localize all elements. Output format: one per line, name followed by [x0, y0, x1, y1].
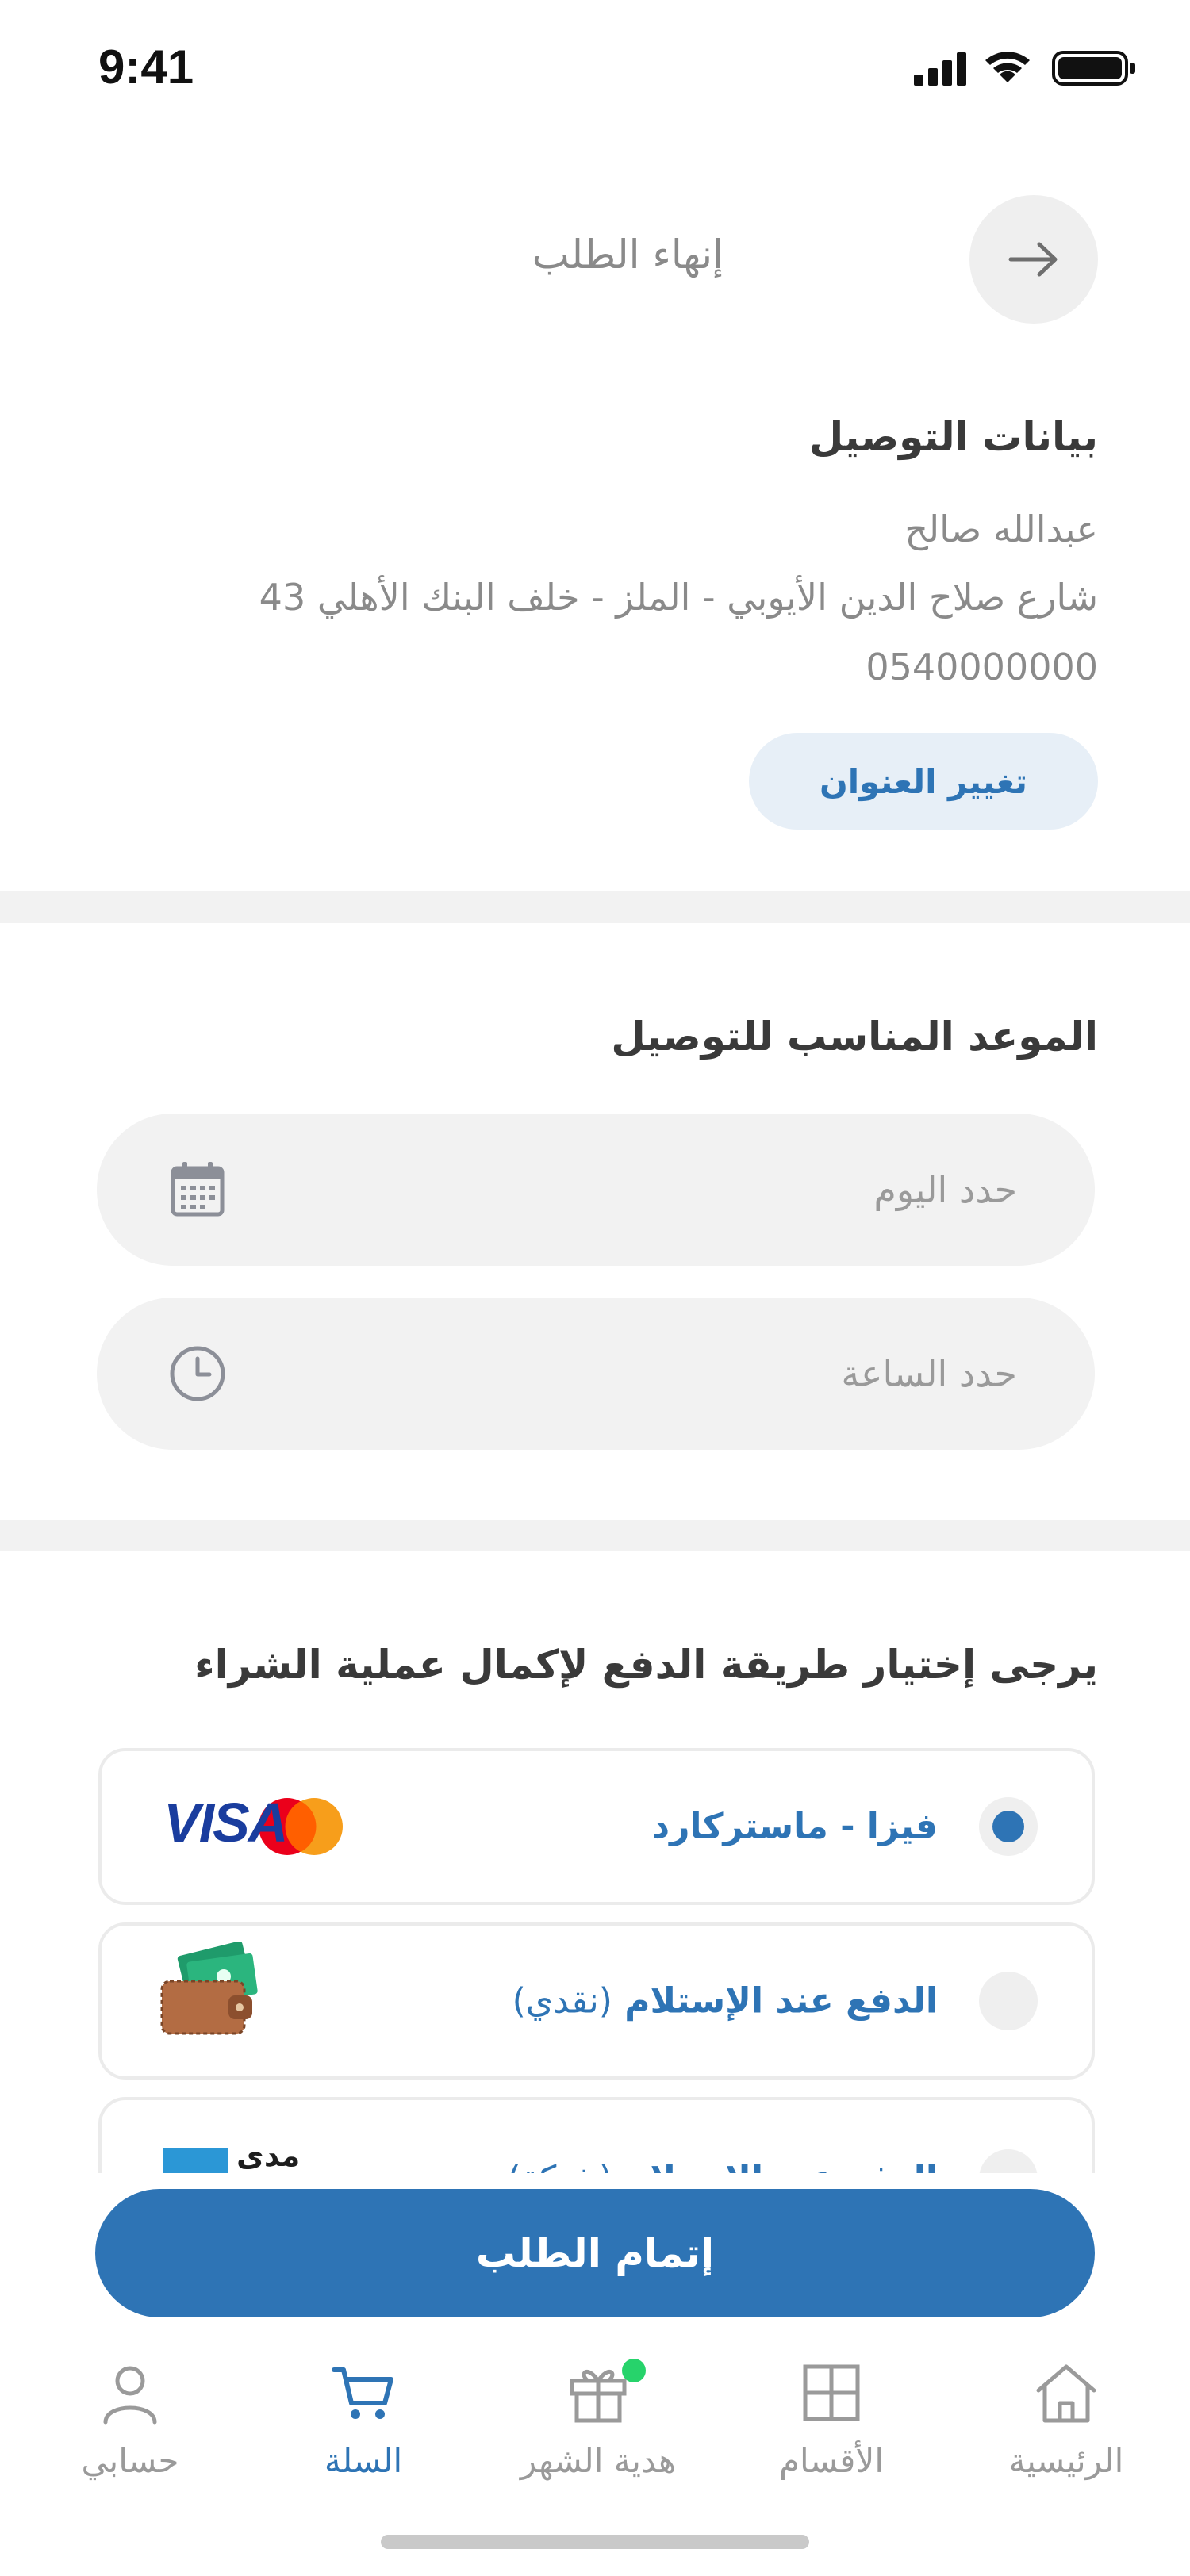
nav-label: حسابي [81, 2441, 179, 2480]
page-title: إنهاء الطلب [532, 232, 724, 278]
home-indicator [381, 2535, 809, 2549]
payment-option-title: الدفع عند الإستلام [624, 1980, 938, 2022]
battery-icon [1052, 51, 1135, 86]
nav-label: هدية الشهر [520, 2441, 677, 2480]
clock-icon [170, 1346, 225, 1401]
notification-dot [622, 2359, 646, 2382]
payment-option-title: الدفع عند الإستلام [624, 2159, 938, 2174]
day-picker-field[interactable]: حدد اليوم [97, 1114, 1095, 1266]
nav-item-monthly-gift[interactable]: هدية الشهر [503, 2359, 693, 2501]
mada-logo-text: مدى [236, 2138, 301, 2173]
status-icons [914, 51, 1135, 86]
arrow-right-icon [1008, 242, 1058, 277]
payment-option-label: الدفع عند الإستلام (نقدي) [512, 1981, 938, 2022]
time-picker-field[interactable]: حدد الساعة [97, 1298, 1095, 1450]
cart-icon [332, 2367, 393, 2419]
user-icon [103, 2366, 157, 2425]
section-divider [0, 1520, 1190, 1551]
payment-option-label: فيزا - ماستركارد [651, 1806, 938, 1847]
nav-item-home[interactable]: الرئيسية [971, 2359, 1161, 2501]
payment-option-subtitle: (شبكة) [508, 2159, 612, 2174]
back-button[interactable] [969, 195, 1098, 324]
complete-order-button[interactable]: إتمام الطلب [95, 2189, 1095, 2317]
nav-item-cart[interactable]: السلة [268, 2359, 459, 2501]
status-time: 9:41 [98, 40, 194, 94]
radio-unselected[interactable] [979, 1972, 1038, 2030]
payment-heading: يرجى إختيار طريقة الدفع لإكمال عملية الش… [194, 1642, 1098, 1688]
delivery-heading: بيانات التوصيل [808, 414, 1098, 460]
wallet-cash-icon [160, 1942, 258, 2035]
schedule-heading: الموعد المناسب للتوصيل [611, 1014, 1098, 1060]
mada-logo-icon [163, 2148, 228, 2173]
change-address-button[interactable]: تغيير العنوان [749, 733, 1098, 830]
section-divider [0, 891, 1190, 923]
nav-label: الرئيسية [1008, 2441, 1124, 2480]
grid-icon [803, 2364, 860, 2421]
payment-option-card[interactable]: الدفع عند الإستلام (نقدي) [98, 1922, 1095, 2080]
wifi-icon [985, 52, 1030, 82]
payment-option-card[interactable]: الدفع عند الإستلام (شبكة) مدى [98, 2097, 1095, 2173]
payment-option-clip: الدفع عند الإستلام (شبكة) مدى [0, 2097, 1190, 2173]
nav-label: الأقسام [779, 2441, 884, 2480]
recipient-name: عبدالله صالح [904, 508, 1098, 550]
nav-item-categories[interactable]: الأقسام [736, 2359, 927, 2501]
radio-unselected[interactable] [979, 2149, 1038, 2173]
calendar-icon [171, 1162, 225, 1217]
delivery-address: شارع صلاح الدين الأيوبي - الملز - خلف ال… [259, 576, 1098, 619]
nav-item-account[interactable]: حسابي [35, 2359, 225, 2501]
home-icon [1036, 2364, 1096, 2423]
radio-selected[interactable] [979, 1797, 1038, 1856]
payment-option-label: الدفع عند الإستلام (شبكة) [508, 2159, 938, 2174]
payment-option-card[interactable]: فيزا - ماستركارد VISA [98, 1748, 1095, 1905]
phone-number: 0540000000 [866, 646, 1098, 688]
nav-label: السلة [324, 2441, 403, 2480]
visa-logo: VISA [163, 1792, 288, 1853]
payment-option-subtitle: (نقدي) [512, 1980, 612, 2022]
signal-icon [914, 52, 966, 86]
time-picker-placeholder: حدد الساعة [841, 1352, 1017, 1395]
day-picker-placeholder: حدد اليوم [873, 1168, 1017, 1211]
